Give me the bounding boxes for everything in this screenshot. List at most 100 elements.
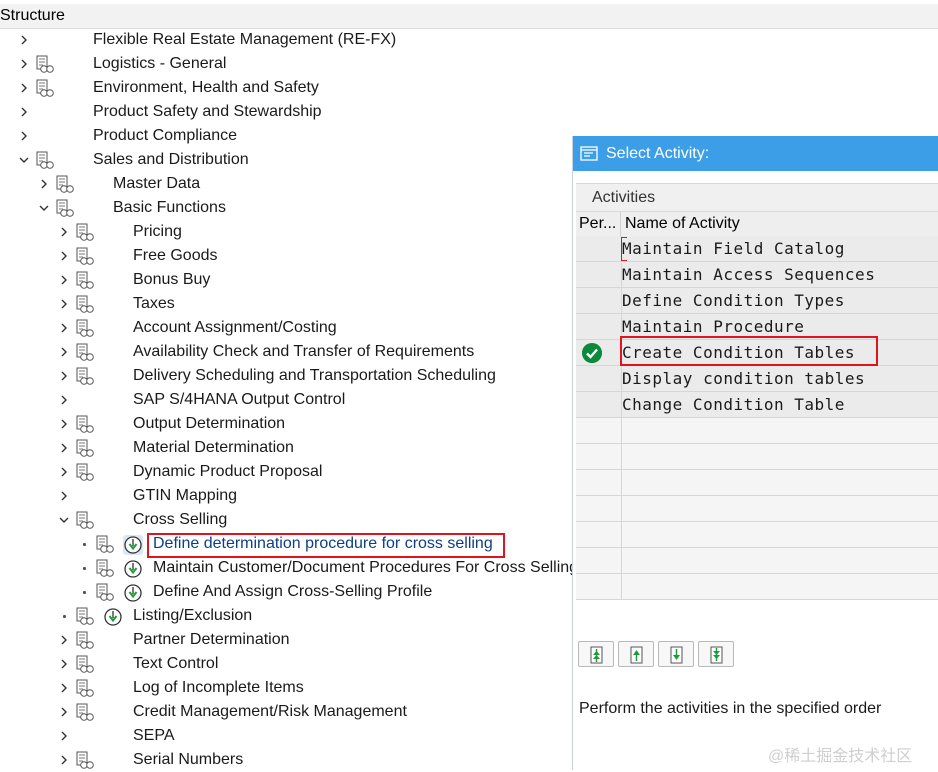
chevron-right-icon[interactable] (57, 220, 71, 244)
row-selector[interactable] (576, 288, 622, 313)
tree-node[interactable]: Maintain Customer/Document Procedures Fo… (0, 556, 600, 580)
tree-node[interactable]: Cross Selling (0, 508, 600, 532)
documentation-icon[interactable] (75, 607, 95, 626)
tree-node[interactable]: Basic Functions (0, 196, 600, 220)
activity-name[interactable]: Display condition tables (622, 366, 865, 392)
previous-page-button[interactable] (618, 641, 654, 667)
documentation-icon[interactable] (75, 319, 95, 338)
tree-node[interactable]: Text Control (0, 652, 600, 676)
next-page-button[interactable] (658, 641, 694, 667)
tree-node[interactable]: Serial Numbers (0, 748, 600, 772)
row-selector[interactable] (576, 366, 622, 391)
chevron-right-icon[interactable] (57, 268, 71, 292)
table-row[interactable]: Maintain Access Sequences (576, 262, 938, 288)
documentation-icon[interactable] (75, 295, 95, 314)
tree-node[interactable]: Account Assignment/Costing (0, 316, 600, 340)
execute-activity-icon[interactable] (123, 583, 143, 603)
tree-node[interactable]: Sales and Distribution (0, 148, 600, 172)
tree-node[interactable]: Product Compliance (0, 124, 600, 148)
execute-activity-icon[interactable] (103, 607, 123, 627)
documentation-icon[interactable] (95, 583, 115, 602)
documentation-icon[interactable] (75, 271, 95, 290)
documentation-icon[interactable] (35, 55, 55, 74)
execute-activity-icon[interactable] (123, 535, 143, 555)
chevron-right-icon[interactable] (17, 52, 31, 76)
chevron-down-icon[interactable] (37, 196, 51, 220)
documentation-icon[interactable] (95, 559, 115, 578)
tree-node[interactable]: Delivery Scheduling and Transportation S… (0, 364, 600, 388)
execute-activity-icon[interactable] (123, 559, 143, 579)
tree-node[interactable]: Master Data (0, 172, 600, 196)
dialog-title-bar[interactable]: Select Activity: (573, 136, 938, 171)
documentation-icon[interactable] (35, 79, 55, 98)
table-row[interactable]: Maintain Field Catalog (576, 236, 938, 262)
chevron-right-icon[interactable] (17, 76, 31, 100)
tree-node[interactable]: GTIN Mapping (0, 484, 600, 508)
row-selector[interactable] (576, 314, 622, 339)
tree-node[interactable]: Log of Incomplete Items (0, 676, 600, 700)
chevron-right-icon[interactable] (17, 28, 31, 52)
row-selector[interactable] (576, 392, 622, 417)
activity-name[interactable]: Maintain Field Catalog (622, 236, 845, 262)
table-row[interactable]: Define Condition Types (576, 288, 938, 314)
table-row[interactable]: Change Condition Table (576, 392, 938, 418)
chevron-down-icon[interactable] (17, 148, 31, 172)
tree-node[interactable]: Dynamic Product Proposal (0, 460, 600, 484)
documentation-icon[interactable] (75, 439, 95, 458)
chevron-right-icon[interactable] (57, 652, 71, 676)
documentation-icon[interactable] (75, 703, 95, 722)
tree-node[interactable]: Partner Determination (0, 628, 600, 652)
documentation-icon[interactable] (75, 367, 95, 386)
chevron-right-icon[interactable] (57, 316, 71, 340)
tree-node[interactable]: Product Safety and Stewardship (0, 100, 600, 124)
tree-node[interactable]: SEPA (0, 724, 600, 748)
chevron-right-icon[interactable] (57, 628, 71, 652)
tree-node[interactable]: Taxes (0, 292, 600, 316)
chevron-right-icon[interactable] (57, 412, 71, 436)
documentation-icon[interactable] (75, 415, 95, 434)
activity-name[interactable]: Maintain Access Sequences (622, 262, 875, 288)
documentation-icon[interactable] (75, 511, 95, 530)
tree-node[interactable]: Define And Assign Cross-Selling Profile (0, 580, 600, 604)
documentation-icon[interactable] (75, 223, 95, 242)
chevron-right-icon[interactable] (57, 484, 71, 508)
documentation-icon[interactable] (75, 679, 95, 698)
table-row[interactable]: Display condition tables (576, 366, 938, 392)
activity-name[interactable]: Define Condition Types (622, 288, 845, 314)
chevron-right-icon[interactable] (17, 124, 31, 148)
tree-node[interactable]: Output Determination (0, 412, 600, 436)
last-page-button[interactable] (698, 641, 734, 667)
column-header-performed[interactable]: Per... (576, 212, 621, 236)
documentation-icon[interactable] (75, 655, 95, 674)
chevron-right-icon[interactable] (57, 244, 71, 268)
row-selector[interactable] (576, 236, 622, 261)
documentation-icon[interactable] (75, 631, 95, 650)
documentation-icon[interactable] (75, 751, 95, 770)
chevron-down-icon[interactable] (57, 508, 71, 532)
tree-node[interactable]: Availability Check and Transfer of Requi… (0, 340, 600, 364)
chevron-right-icon[interactable] (57, 724, 71, 748)
documentation-icon[interactable] (35, 151, 55, 170)
tree-node[interactable]: Bonus Buy (0, 268, 600, 292)
chevron-right-icon[interactable] (57, 388, 71, 412)
documentation-icon[interactable] (95, 535, 115, 554)
tree-node[interactable]: SAP S/4HANA Output Control (0, 388, 600, 412)
tree-node[interactable]: Flexible Real Estate Management (RE-FX) (0, 28, 600, 52)
documentation-icon[interactable] (75, 247, 95, 266)
documentation-icon[interactable] (75, 463, 95, 482)
first-page-button[interactable] (578, 641, 614, 667)
tree-node[interactable]: Environment, Health and Safety (0, 76, 600, 100)
row-selector[interactable] (576, 262, 622, 287)
chevron-right-icon[interactable] (57, 436, 71, 460)
tree-node[interactable]: Logistics - General (0, 52, 600, 76)
chevron-right-icon[interactable] (57, 748, 71, 772)
documentation-icon[interactable] (55, 175, 75, 194)
chevron-right-icon[interactable] (57, 292, 71, 316)
row-selector[interactable] (576, 340, 622, 365)
column-header-name[interactable]: Name of Activity (622, 212, 740, 236)
tree-node[interactable]: Pricing (0, 220, 600, 244)
chevron-right-icon[interactable] (57, 460, 71, 484)
chevron-right-icon[interactable] (57, 676, 71, 700)
chevron-right-icon[interactable] (57, 700, 71, 724)
documentation-icon[interactable] (75, 343, 95, 362)
